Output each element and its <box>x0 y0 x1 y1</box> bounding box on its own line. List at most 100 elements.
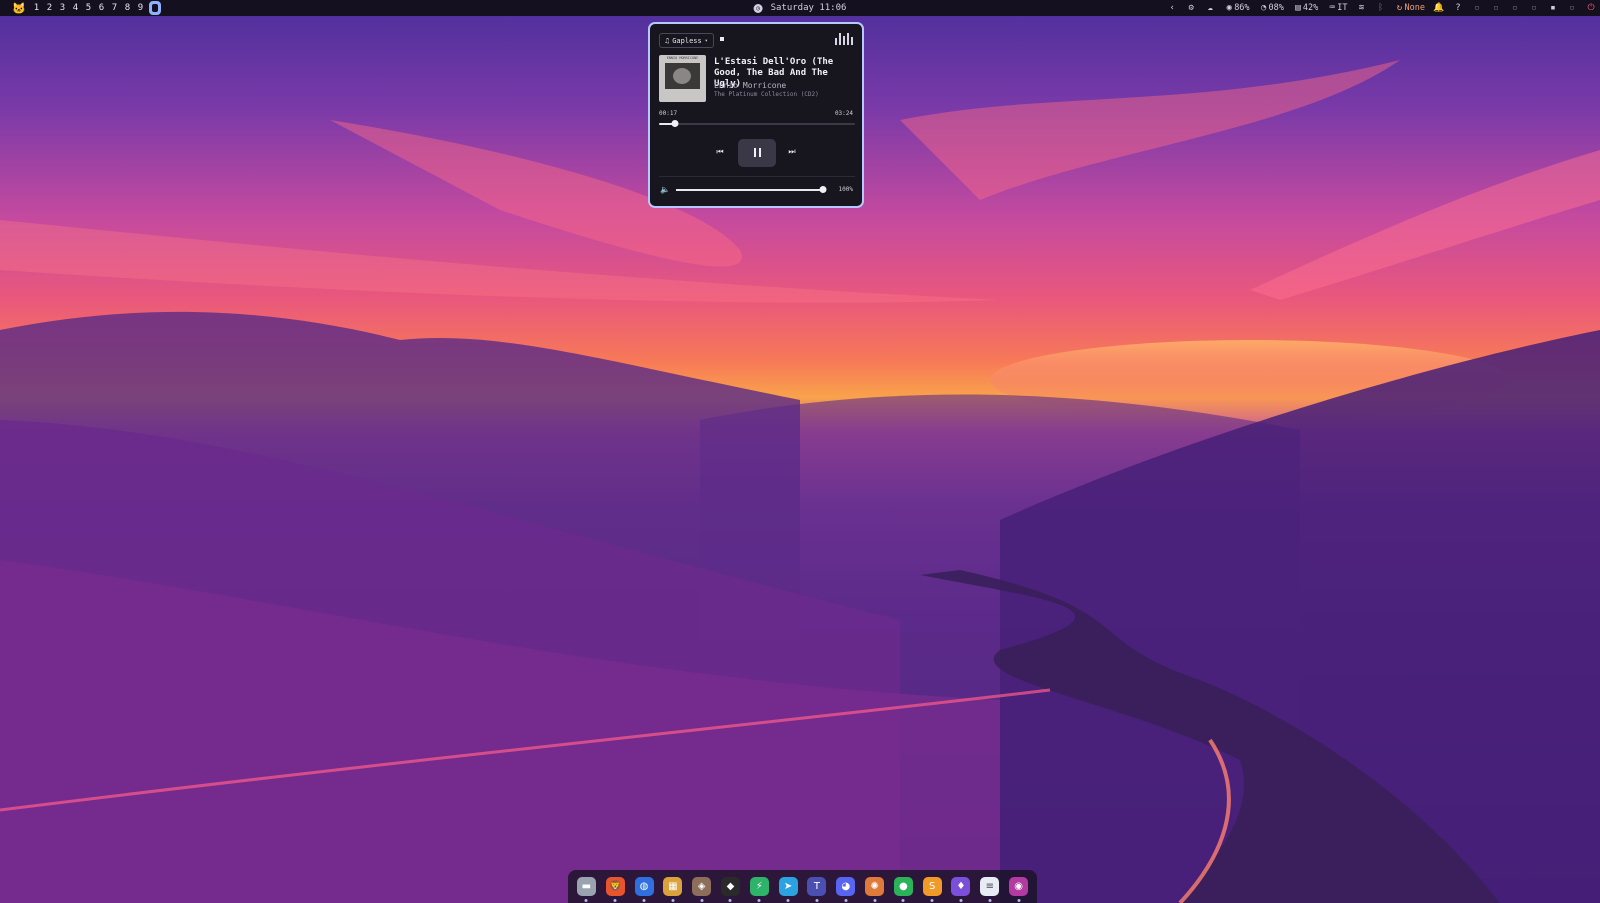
track-album: The Platinum Collection (CD2) <box>714 91 819 98</box>
cpu-icon: ◉ <box>1226 3 1232 13</box>
volume-handle[interactable] <box>819 186 827 193</box>
chevron-left-icon[interactable]: ‹ <box>1167 3 1177 13</box>
clock-text: Saturday 11:06 <box>770 3 847 13</box>
workspace-6[interactable]: 6 <box>95 3 108 13</box>
workspace-4[interactable]: 4 <box>69 3 82 13</box>
volume-percent: 100% <box>838 186 853 193</box>
running-indicator <box>930 899 934 902</box>
keyboard-indicator[interactable]: ⌨ IT <box>1327 3 1348 13</box>
discord-icon: ◕ <box>841 881 851 892</box>
s-icon: S <box>928 881 936 892</box>
stop-icon[interactable] <box>720 37 724 41</box>
spark-icon: ✺ <box>870 881 879 892</box>
running-indicator <box>671 899 675 902</box>
network-indicator[interactable]: ↻ None <box>1395 3 1425 13</box>
running-indicator <box>584 899 588 902</box>
dock-app-brave[interactable]: 🦁 <box>605 877 625 902</box>
running-indicator <box>728 899 732 902</box>
workspace-1[interactable]: 1 <box>30 3 43 13</box>
app-dock: ▬ 🦁 ◍ ▦ ◈ ◆ ⚡ ➤ T ◕ ✺ ● S ♦ ≡ ◉ <box>568 870 1037 903</box>
disk-icon: ▤ <box>1295 3 1301 13</box>
dock-app-files[interactable]: ▬ <box>576 877 596 902</box>
dock-app-claude[interactable]: ✺ <box>865 877 885 902</box>
cat-logo-icon[interactable]: 🐱 <box>12 2 26 15</box>
wifi-icon[interactable]: ≋ <box>1357 3 1367 13</box>
running-indicator <box>786 899 790 902</box>
music-note-icon: ♫ <box>665 36 670 45</box>
dock-app-cube[interactable]: ◆ <box>720 877 740 902</box>
dock-app-sublime[interactable]: S <box>922 877 942 902</box>
workspace-active-indicator[interactable] <box>149 1 161 15</box>
gapless-dropdown[interactable]: ♫ Gapless ▾ <box>659 33 714 48</box>
tray-app-2-icon[interactable]: ▫ <box>1491 3 1501 13</box>
workspace-2[interactable]: 2 <box>43 3 56 13</box>
time-current: 00:17 <box>659 110 678 117</box>
pause-button[interactable] <box>738 139 776 167</box>
top-panel: 🐱 1 2 3 4 5 6 7 8 9 ◷ Saturday 11:06 ‹ ⚙… <box>0 0 1600 16</box>
running-indicator <box>642 899 646 902</box>
dock-app-spotify[interactable]: ● <box>893 877 913 902</box>
workspace-3[interactable]: 3 <box>56 3 69 13</box>
cpu-value: 86% <box>1234 3 1250 13</box>
weather-icon[interactable]: ☁ <box>1205 3 1215 13</box>
progress-handle[interactable] <box>671 120 679 127</box>
power-icon[interactable]: ⏻ <box>1586 3 1596 13</box>
time-total: 03:24 <box>834 110 853 117</box>
cover-text: ENNIO MORRICONE <box>666 56 699 60</box>
dock-app-discord[interactable]: ◕ <box>836 877 856 902</box>
cpu-indicator[interactable]: ◉ 86% <box>1224 3 1249 13</box>
dock-app-media[interactable]: ◉ <box>1009 877 1029 902</box>
volume-icon[interactable]: 🔈 <box>660 185 670 194</box>
progress-slider[interactable] <box>659 120 855 127</box>
dock-app-telegram[interactable]: ➤ <box>778 877 798 902</box>
gear-icon[interactable]: ⚙ <box>1186 3 1196 13</box>
network-value: None <box>1404 3 1425 13</box>
disk-indicator[interactable]: ▤ 42% <box>1293 3 1318 13</box>
dock-app-bolt[interactable]: ⚡ <box>749 877 769 902</box>
media-player-popup: ♫ Gapless ▾ ENNIO MORRICONE L'Estasi Del… <box>648 22 864 208</box>
tray-app-4-icon[interactable]: ▫ <box>1529 3 1539 13</box>
dock-app-games[interactable]: ◈ <box>692 877 712 902</box>
tray-app-3-icon[interactable]: ▫ <box>1510 3 1520 13</box>
volume-slider[interactable] <box>676 186 827 193</box>
bluetooth-icon[interactable]: ᛒ <box>1376 3 1386 13</box>
equalizer-icon[interactable] <box>835 33 853 45</box>
help-icon[interactable]: ? <box>1453 3 1463 13</box>
dock-app-obsidian[interactable]: ♦ <box>951 877 971 902</box>
box-icon: ▦ <box>668 881 678 892</box>
workspace-5[interactable]: 5 <box>82 3 95 13</box>
music-circle-icon: ● <box>898 881 908 892</box>
tray-app-6-icon[interactable]: ▫ <box>1567 3 1577 13</box>
tray-app-1-icon[interactable]: ▫ <box>1472 3 1482 13</box>
memory-icon: ◔ <box>1260 3 1267 13</box>
paper-plane-icon: ➤ <box>783 881 793 892</box>
dock-app-archive[interactable]: ▦ <box>663 877 683 902</box>
bell-icon[interactable]: 🔔 <box>1433 3 1444 13</box>
disk-value: 42% <box>1302 3 1319 13</box>
volume-fill <box>676 189 823 191</box>
workspace-7[interactable]: 7 <box>108 3 121 13</box>
bolt-icon: ⚡ <box>755 881 763 892</box>
cube-icon: ◆ <box>726 881 735 892</box>
lion-icon: 🦁 <box>608 881 622 892</box>
tray-app-5-icon[interactable]: ▪ <box>1548 3 1558 13</box>
crystal-icon: ♦ <box>956 881 966 892</box>
previous-track-button[interactable]: ⏮ <box>713 145 727 159</box>
running-indicator <box>901 899 905 902</box>
running-indicator <box>757 899 761 902</box>
disc-icon: ◉ <box>1014 881 1023 892</box>
running-indicator <box>959 899 963 902</box>
keyboard-layout: IT <box>1337 3 1348 13</box>
document-icon: ≡ <box>985 881 994 892</box>
dock-app-typora[interactable]: T <box>807 877 827 902</box>
skip-next-icon: ⏭ <box>788 147 796 156</box>
dock-app-browser[interactable]: ◍ <box>634 877 654 902</box>
running-indicator <box>1017 899 1021 902</box>
clock-icon: ◷ <box>753 3 763 13</box>
clock-widget[interactable]: ◷ Saturday 11:06 <box>753 0 847 16</box>
next-track-button[interactable]: ⏭ <box>785 145 799 159</box>
workspace-8[interactable]: 8 <box>121 3 134 13</box>
dock-app-document[interactable]: ≡ <box>980 877 1000 902</box>
workspace-9[interactable]: 9 <box>134 3 147 13</box>
memory-indicator[interactable]: ◔ 08% <box>1259 3 1284 13</box>
